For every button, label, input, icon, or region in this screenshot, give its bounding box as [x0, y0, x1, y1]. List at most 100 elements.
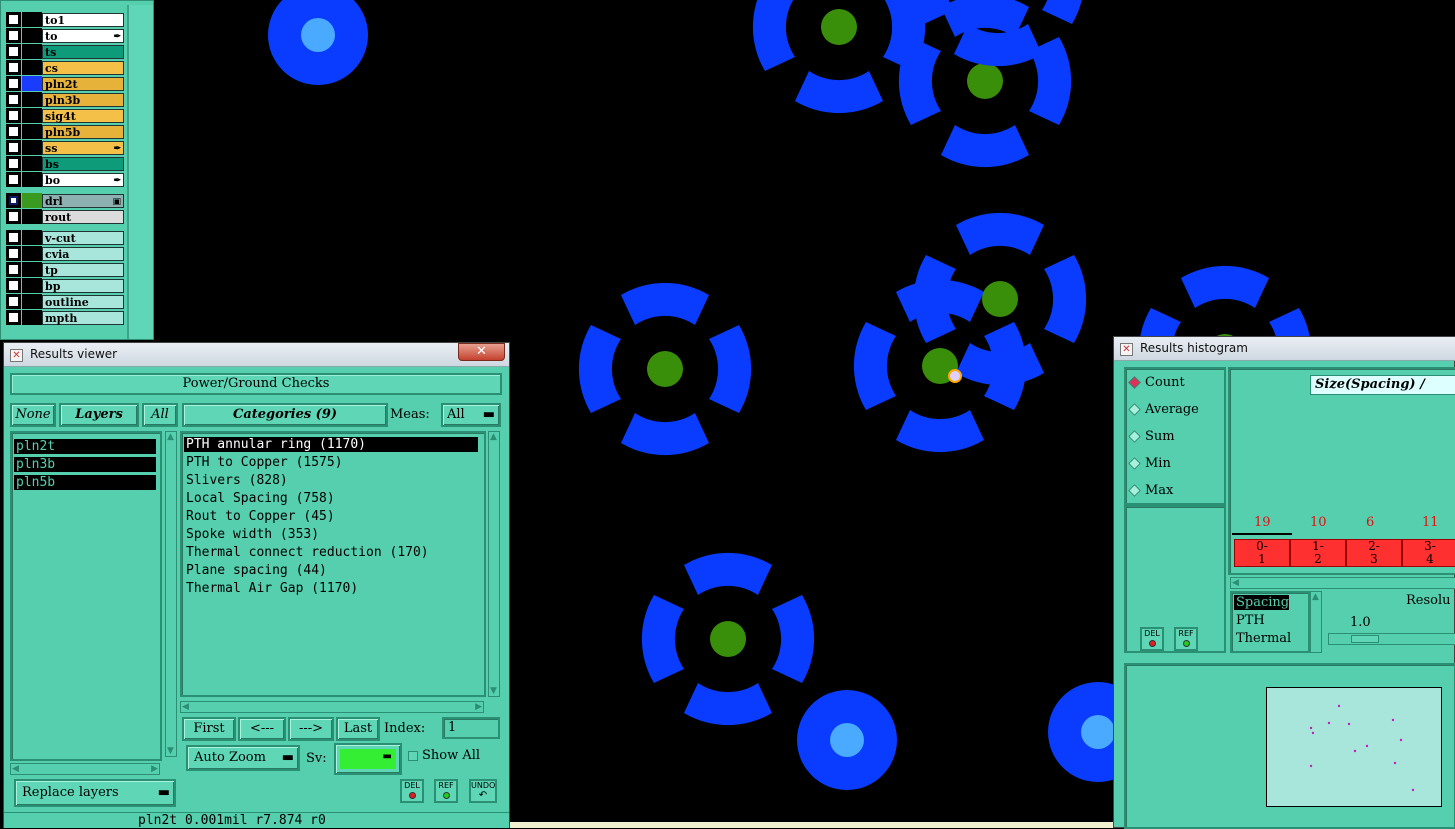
category-item[interactable]: Thermal Air Gap (1170)	[184, 581, 478, 596]
layer-name[interactable]: ts	[42, 44, 124, 59]
scroll-right-icon[interactable]: ▶	[151, 764, 158, 774]
ref-button[interactable]: REF	[434, 779, 458, 803]
layer-name[interactable]: pln3b	[42, 92, 124, 107]
layer-list[interactable]: pln2t pln3b pln5b	[10, 431, 162, 761]
layer-list-hscroll[interactable]: ◀ ▶	[10, 763, 160, 775]
histogram-bar[interactable]: 3- 4	[1402, 539, 1455, 567]
layer-row-mpth[interactable]: mpth	[6, 310, 124, 325]
layer-row-tp[interactable]: tp	[6, 262, 124, 277]
layer-checkbox[interactable]	[6, 246, 21, 261]
layer-row-sig4t[interactable]: sig4t	[6, 108, 124, 123]
layer-color-swatch[interactable]	[22, 294, 42, 309]
overview-map[interactable]	[1266, 687, 1442, 807]
layer-list-item[interactable]: pln2t	[14, 439, 156, 454]
category-list-hscroll[interactable]: ◀ ▶	[180, 701, 484, 713]
layer-row-cs[interactable]: cs	[6, 60, 124, 75]
layer-name[interactable]: bp	[42, 278, 124, 293]
category-item[interactable]: PTH annular ring (1170)	[184, 437, 478, 452]
layer-row-bo[interactable]: bo ✒	[6, 172, 124, 187]
layer-color-swatch[interactable]	[22, 28, 42, 43]
layer-checkbox[interactable]	[6, 193, 21, 208]
layer-name[interactable]: outline	[42, 294, 124, 309]
scroll-left-icon[interactable]: ◀	[182, 702, 189, 712]
measure-radio-max[interactable]: Max	[1128, 483, 1173, 498]
layer-color-swatch[interactable]	[22, 246, 42, 261]
layer-color-swatch[interactable]	[22, 92, 42, 107]
layers-button[interactable]: Layers	[59, 403, 139, 427]
layer-color-swatch[interactable]	[22, 172, 42, 187]
layer-name[interactable]: drl ▣	[42, 193, 124, 208]
layer-color-swatch[interactable]	[22, 44, 42, 59]
layer-name[interactable]: v-cut	[42, 230, 124, 245]
category-list-scrollbar[interactable]: ▲ ▼	[488, 431, 500, 697]
layer-row-ss[interactable]: ss ✒	[6, 140, 124, 155]
category-scrollbar[interactable]: ▲	[1310, 591, 1322, 653]
histogram-titlebar[interactable]: ✕ Results histogram	[1114, 337, 1455, 361]
layer-checkbox[interactable]	[6, 92, 21, 107]
layer-row-ts[interactable]: ts	[6, 44, 124, 59]
layer-checkbox[interactable]	[6, 108, 21, 123]
measure-radio-count[interactable]: Count	[1128, 375, 1185, 390]
layer-row-rout[interactable]: rout	[6, 209, 124, 224]
show-all-checkbox[interactable]	[408, 751, 418, 761]
layer-color-swatch[interactable]	[22, 140, 42, 155]
histogram-category-item[interactable]: PTH	[1234, 613, 1265, 628]
layer-checkbox[interactable]	[6, 44, 21, 59]
layer-panel-scroll[interactable]	[127, 5, 153, 339]
layer-checkbox[interactable]	[6, 209, 21, 224]
prev-button[interactable]: <---	[238, 717, 286, 741]
layer-color-swatch[interactable]	[22, 278, 42, 293]
layer-row-pln3b[interactable]: pln3b	[6, 92, 124, 107]
layer-checkbox[interactable]	[6, 156, 21, 171]
layer-row-outline[interactable]: outline	[6, 294, 124, 309]
layer-color-swatch[interactable]	[22, 193, 42, 208]
sv-color-select[interactable]: ▬	[334, 743, 402, 775]
layer-row-bp[interactable]: bp	[6, 278, 124, 293]
layer-row-pln2t[interactable]: pln2t	[6, 76, 124, 91]
undo-button[interactable]: UNDO ↶	[469, 779, 497, 803]
ref-button[interactable]: REF	[1174, 627, 1198, 651]
category-item[interactable]: Rout to Copper (45)	[184, 509, 478, 524]
resolution-slider[interactable]	[1328, 633, 1455, 645]
scroll-up-icon[interactable]: ▲	[167, 432, 174, 442]
layer-row-to[interactable]: to ✒	[6, 28, 124, 43]
layer-checkbox[interactable]	[6, 76, 21, 91]
next-button[interactable]: --->	[288, 717, 334, 741]
layer-row-drl[interactable]: drl ▣	[6, 193, 124, 208]
layer-row-bs[interactable]: bs	[6, 156, 124, 171]
layer-checkbox[interactable]	[6, 60, 21, 75]
layer-row-cvia[interactable]: cvia	[6, 246, 124, 261]
meas-select[interactable]: All ▬	[441, 403, 501, 427]
layer-checkbox[interactable]	[6, 294, 21, 309]
measure-radio-sum[interactable]: Sum	[1128, 429, 1175, 444]
layer-row-v-cut[interactable]: v-cut	[6, 230, 124, 245]
layer-name[interactable]: ss ✒	[42, 140, 124, 155]
layer-checkbox[interactable]	[6, 140, 21, 155]
layer-color-swatch[interactable]	[22, 156, 42, 171]
layer-name[interactable]: pln5b	[42, 124, 124, 139]
layer-color-swatch[interactable]	[22, 209, 42, 224]
histogram-bar[interactable]: 0- 1	[1234, 539, 1290, 567]
layer-color-swatch[interactable]	[22, 310, 42, 325]
layer-list-scrollbar[interactable]: ▲ ▼	[165, 431, 177, 757]
layer-name[interactable]: to ✒	[42, 28, 124, 43]
del-button[interactable]: DEL	[1140, 627, 1164, 651]
category-item[interactable]: Local Spacing (758)	[184, 491, 478, 506]
all-button[interactable]: All	[142, 403, 178, 427]
last-button[interactable]: Last	[336, 717, 380, 741]
auto-zoom-select[interactable]: Auto Zoom ▬	[186, 745, 300, 771]
layer-color-swatch[interactable]	[22, 76, 42, 91]
results-viewer-titlebar[interactable]: ✕ Results viewer ✕	[4, 343, 509, 367]
layer-checkbox[interactable]	[6, 172, 21, 187]
histogram-hscroll[interactable]: ◀	[1230, 577, 1455, 589]
scroll-up-icon[interactable]: ▲	[1312, 592, 1319, 602]
layer-color-swatch[interactable]	[22, 230, 42, 245]
layer-row-to1[interactable]: to1	[6, 12, 124, 27]
category-list[interactable]: Spacing PTH Thermal	[1230, 591, 1310, 653]
scroll-up-icon[interactable]: ▲	[490, 432, 497, 442]
layer-name[interactable]: cvia	[42, 246, 124, 261]
layer-checkbox[interactable]	[6, 262, 21, 277]
category-item[interactable]: Slivers (828)	[184, 473, 478, 488]
layer-name[interactable]: cs	[42, 60, 124, 75]
layer-name[interactable]: tp	[42, 262, 124, 277]
